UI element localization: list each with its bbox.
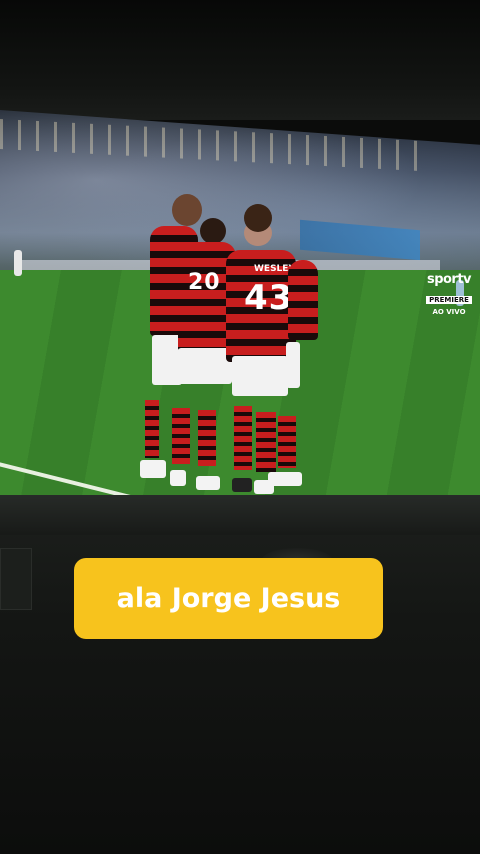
caption-sticker: ala Jorge Jesus xyxy=(74,558,383,639)
stand-object xyxy=(0,548,32,610)
room-background-bottom xyxy=(0,495,480,854)
sportv-logo: sportv PREMIERE AO VIVO xyxy=(418,272,480,316)
live-label: AO VIVO xyxy=(432,308,466,316)
tv-screen: 20 WESLEY 43 sportv PREMIERE AO VIVO xyxy=(0,110,480,496)
tv-stand xyxy=(0,495,480,535)
shirt-number-43: 43 xyxy=(244,278,294,318)
shirt-number-20: 20 xyxy=(188,270,221,295)
channel-sub-text: PREMIERE xyxy=(426,296,472,304)
channel-logo-text: sportv xyxy=(426,272,472,287)
caption-text: ala Jorge Jesus xyxy=(116,583,341,614)
distant-player-left xyxy=(14,250,22,276)
room-background-top xyxy=(0,0,480,120)
